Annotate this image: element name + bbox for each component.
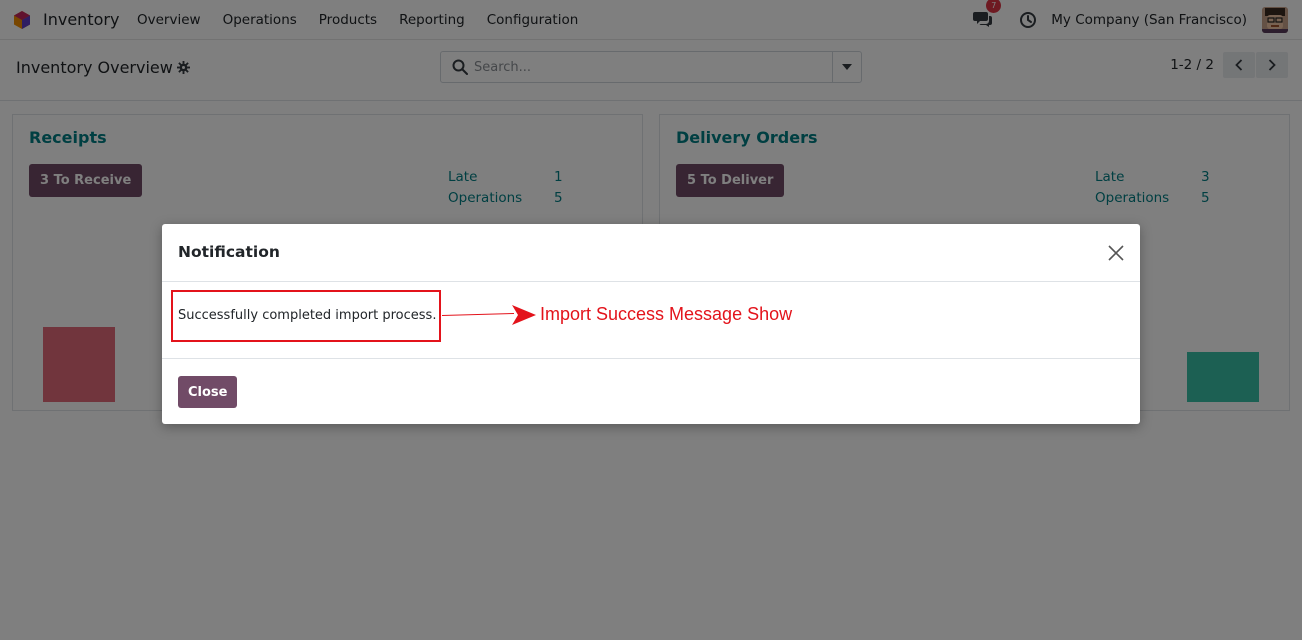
modal-footer: Close (162, 359, 1140, 424)
arrow-right-icon (442, 305, 536, 325)
close-icon[interactable] (1106, 243, 1126, 263)
modal-header: Notification (162, 224, 1140, 282)
notification-dialog: Notification Successfully completed impo… (162, 224, 1140, 424)
modal-title: Notification (178, 243, 280, 261)
annotation-label: Import Success Message Show (540, 304, 793, 324)
close-button[interactable]: Close (178, 376, 238, 408)
modal-body: Successfully completed import process. I… (162, 282, 1140, 359)
success-message: Successfully completed import process. (178, 308, 437, 323)
